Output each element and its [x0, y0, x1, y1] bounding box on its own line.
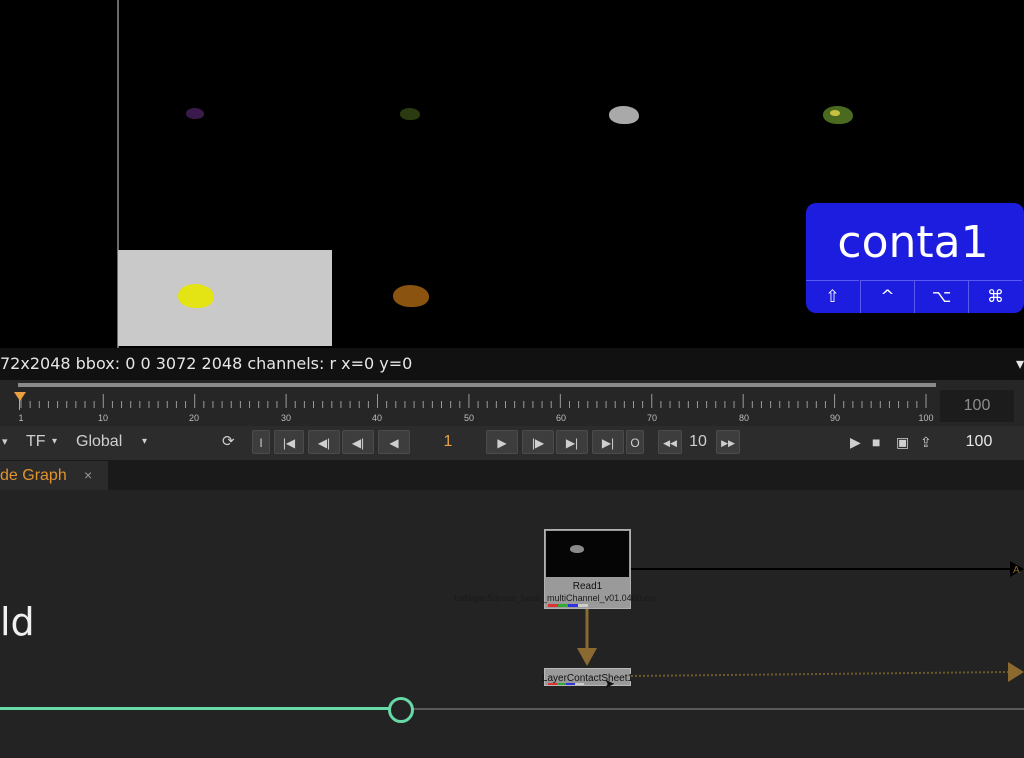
node-graph-tab-bar — [0, 460, 1024, 490]
tick-label: 60 — [555, 413, 567, 423]
tab-label: de Graph — [0, 467, 67, 484]
contact-tile-1 — [182, 104, 212, 124]
playback-mode-icon[interactable]: ▶ — [850, 430, 861, 454]
dropdown-arrow-icon[interactable]: ▾ — [2, 430, 8, 454]
current-frame-field[interactable]: 1 — [412, 430, 484, 454]
playhead-line — [19, 392, 20, 410]
step-forward-icon[interactable]: |▶ — [522, 430, 554, 454]
info-chevron-icon: ▾ — [1016, 354, 1024, 373]
playhead-icon[interactable] — [14, 392, 26, 401]
skip-forward-icon[interactable]: ▶▶ — [716, 430, 740, 454]
contact-tile-4 — [820, 102, 856, 126]
skip-back-icon[interactable]: ◀◀ — [658, 430, 682, 454]
global-dropdown[interactable]: Global — [76, 430, 122, 454]
viewer-info-text: 72x2048 bbox: 0 0 3072 2048 channels: r … — [0, 354, 413, 373]
lock-icon[interactable]: ▣ — [896, 430, 909, 454]
tick-label: 20 — [188, 413, 200, 423]
node-connections — [577, 561, 1024, 682]
overlay-title: conta1 — [837, 217, 989, 268]
frame-increment-field[interactable]: 10 — [686, 430, 710, 454]
loop-mode-icon[interactable]: ⟳ — [222, 430, 235, 454]
contact-tile-6 — [390, 282, 432, 310]
export-icon[interactable]: ⇪ — [920, 430, 932, 454]
selected-contact-tile[interactable] — [118, 250, 332, 346]
chevron-down-icon: ▾ — [52, 436, 58, 447]
next-keyframe-icon[interactable]: ▶| — [556, 430, 588, 454]
tick-label: 10 — [97, 413, 109, 423]
chevron-down-icon: ▾ — [142, 436, 148, 447]
play-backward-icon[interactable]: ◀ — [378, 430, 410, 454]
control-key-icon: ^ — [860, 280, 914, 313]
step-back-icon[interactable]: ◀| — [342, 430, 374, 454]
progress-slider-track[interactable] — [399, 708, 1024, 710]
tick-label: 50 — [463, 413, 475, 423]
tick-label: 40 — [371, 413, 383, 423]
first-frame-icon[interactable]: |◀ — [274, 430, 304, 454]
timeline-end-field[interactable]: 100 — [940, 390, 1014, 422]
tf-dropdown[interactable]: TF — [26, 430, 46, 454]
tick-label: 80 — [738, 413, 750, 423]
close-icon[interactable]: × — [84, 461, 92, 490]
play-forward-icon[interactable]: ▶ — [486, 430, 518, 454]
tick-label: 70 — [646, 413, 658, 423]
overlay-side-text: ld — [0, 600, 35, 644]
tick-label: 1 — [18, 413, 24, 423]
contact-tile-3 — [606, 102, 642, 126]
last-frame-field[interactable]: 100 — [952, 430, 1006, 454]
progress-slider-handle[interactable] — [388, 697, 414, 723]
prev-keyframe-icon[interactable]: ◀| — [308, 430, 340, 454]
pipe-a-label: A — [1013, 565, 1020, 576]
stop-icon[interactable]: ■ — [872, 430, 880, 454]
tab-node-graph[interactable]: de Graph × — [0, 461, 108, 490]
progress-slider-filled — [0, 707, 399, 710]
command-key-icon: ⌘ — [968, 280, 1022, 313]
option-key-icon: ⌥ — [914, 280, 968, 313]
in-point-button[interactable]: I — [252, 430, 270, 454]
out-point-button[interactable]: O — [626, 430, 644, 454]
tick-label: 30 — [280, 413, 292, 423]
viewer-info-bar: 72x2048 bbox: 0 0 3072 2048 channels: r … — [0, 348, 1024, 380]
viewer-panel[interactable]: conta1 ⇧ ^ ⌥ ⌘ — [0, 0, 1024, 348]
tick-label: 90 — [829, 413, 841, 423]
last-frame-icon[interactable]: ▶| — [592, 430, 624, 454]
shift-key-icon: ⇧ — [806, 280, 859, 313]
keystroke-overlay: conta1 ⇧ ^ ⌥ ⌘ — [806, 203, 1024, 313]
tick-label: 100 — [918, 413, 934, 423]
mouse-cursor-icon: ➤ — [604, 676, 615, 691]
channel-indicator — [548, 683, 584, 685]
contact-tile-2 — [396, 104, 426, 124]
